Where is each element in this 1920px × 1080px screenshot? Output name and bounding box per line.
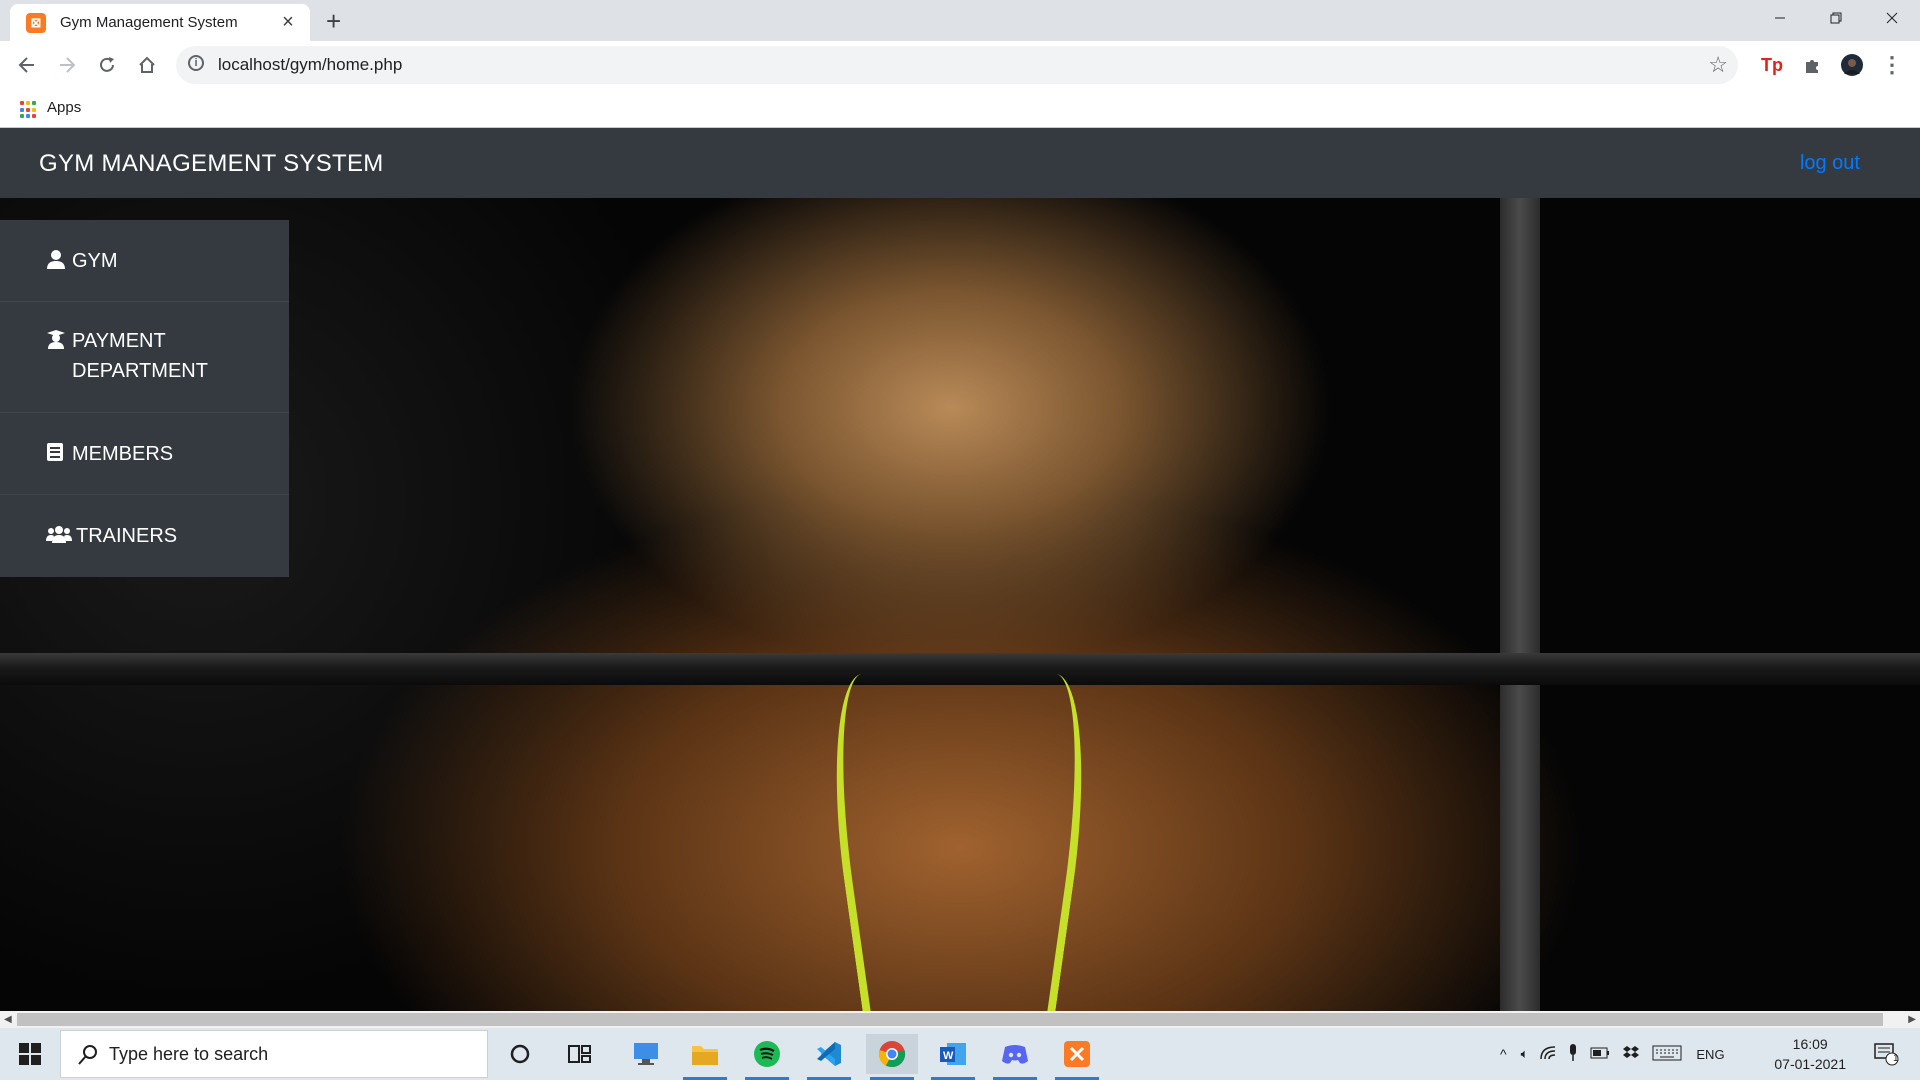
svg-text:W: W: [943, 1050, 954, 1062]
cortana-icon[interactable]: [494, 1034, 546, 1074]
bookmarks-bar: Apps: [0, 89, 1920, 128]
sidebar-item-members[interactable]: MEMBERS: [0, 413, 289, 495]
horizontal-scrollbar[interactable]: ◀ ▶: [0, 1011, 1920, 1028]
windows-start-icon[interactable]: [0, 1028, 60, 1080]
logout-link[interactable]: log out: [1800, 152, 1860, 175]
hero-strap-right-decoration: [976, 669, 1102, 1012]
notification-center-icon[interactable]: 1: [1860, 1034, 1912, 1074]
system-tray: ^ 🔈︎ ENG: [1500, 1028, 1725, 1080]
scroll-right-arrow-icon[interactable]: ▶: [1908, 1014, 1916, 1025]
chrome-icon[interactable]: [866, 1034, 918, 1080]
page-title[interactable]: GYM MANAGEMENT SYSTEM: [39, 150, 384, 178]
sidebar-item-payment-department[interactable]: PAYMENT DEPARTMENT: [0, 302, 289, 413]
sidebar-item-label: GYM: [72, 249, 118, 272]
search-placeholder: Type here to search: [109, 1044, 269, 1064]
new-tab-icon[interactable]: +: [326, 6, 341, 37]
sidebar-item-label: TRAINERS: [76, 525, 178, 547]
windows-taskbar: Type here to search W ^ 🔈︎ ENG 16:09 07-…: [0, 1028, 1920, 1080]
word-icon[interactable]: W: [927, 1034, 979, 1080]
book-icon: [46, 441, 68, 461]
notification-count-badge: 1: [1893, 1053, 1899, 1064]
minimize-icon[interactable]: [1752, 0, 1808, 36]
wifi-icon[interactable]: [1540, 1045, 1556, 1063]
sidebar: GYM PAYMENT DEPARTMENT MEMBERS TRAINERS: [0, 220, 289, 577]
profile-avatar[interactable]: [1836, 49, 1868, 81]
address-bar[interactable]: i localhost/gym/home.php ☆: [176, 46, 1738, 84]
hero-strap-left-decoration: [816, 669, 942, 1012]
hero-barbell-decoration: [0, 653, 1920, 685]
volume-icon[interactable]: 🔈︎: [1521, 1046, 1529, 1062]
sidebar-item-gym[interactable]: GYM: [0, 220, 289, 302]
search-icon: [78, 1045, 97, 1065]
language-indicator[interactable]: ENG: [1696, 1047, 1724, 1062]
extensions-puzzle-icon[interactable]: [1796, 49, 1828, 81]
xampp-favicon-icon: ⊠: [26, 12, 46, 33]
keyboard-icon[interactable]: [1652, 1045, 1682, 1064]
top-navbar: GYM MANAGEMENT SYSTEM log out: [0, 128, 1920, 198]
clock-time: 16:09: [1792, 1036, 1828, 1052]
vscode-icon[interactable]: [803, 1034, 855, 1080]
site-info-icon[interactable]: i: [188, 55, 204, 71]
taskbar-search-input[interactable]: Type here to search: [60, 1030, 488, 1078]
tab-title: Gym Management System: [60, 14, 238, 31]
apps-grid-icon[interactable]: [20, 101, 38, 119]
browser-tabstrip: ⊠ Gym Management System × +: [0, 0, 1920, 41]
restore-icon[interactable]: [1808, 0, 1864, 36]
users-icon: [46, 523, 72, 543]
browser-toolbar: i localhost/gym/home.php ☆ Tp ⋮: [0, 41, 1920, 89]
show-hidden-icons-chevron-icon[interactable]: ^: [1500, 1046, 1507, 1062]
scrollbar-thumb[interactable]: [17, 1013, 1883, 1026]
file-explorer-icon[interactable]: [679, 1034, 731, 1080]
microphone-icon[interactable]: [1568, 1043, 1578, 1065]
close-window-icon[interactable]: [1864, 0, 1920, 36]
sidebar-item-label: PAYMENT DEPARTMENT: [72, 330, 208, 382]
desktop-app-icon[interactable]: [620, 1034, 672, 1074]
spotify-icon[interactable]: [741, 1034, 793, 1080]
user-icon: [46, 248, 68, 269]
tab-close-icon[interactable]: ×: [278, 11, 298, 34]
apps-bookmark-label[interactable]: Apps: [47, 99, 81, 116]
window-controls: [1752, 0, 1920, 36]
clock-date: 07-01-2021: [1774, 1056, 1846, 1072]
back-icon[interactable]: [11, 49, 43, 81]
dropbox-icon[interactable]: [1622, 1045, 1640, 1064]
taskbar-clock[interactable]: 16:09 07-01-2021: [1774, 1034, 1846, 1074]
battery-icon[interactable]: [1590, 1047, 1610, 1062]
hero-rack-decoration: [1500, 198, 1540, 1011]
url-text: localhost/gym/home.php: [218, 55, 403, 74]
browser-tab[interactable]: ⊠ Gym Management System ×: [10, 4, 310, 41]
sidebar-item-trainers[interactable]: TRAINERS: [0, 495, 289, 577]
reload-icon[interactable]: [91, 49, 123, 81]
home-icon[interactable]: [131, 49, 163, 81]
discord-icon[interactable]: [989, 1034, 1041, 1080]
xampp-icon[interactable]: [1051, 1034, 1103, 1080]
sidebar-item-label: MEMBERS: [72, 442, 174, 465]
browser-menu-icon[interactable]: ⋮: [1876, 49, 1908, 81]
scroll-left-arrow-icon[interactable]: ◀: [4, 1014, 12, 1025]
page-viewport: GYM MANAGEMENT SYSTEM log out GYM PAYMEN…: [0, 128, 1920, 1012]
translate-extension-icon[interactable]: Tp: [1756, 49, 1788, 81]
user-graduate-icon: [46, 328, 68, 349]
bookmark-star-icon[interactable]: ☆: [1708, 52, 1728, 78]
forward-icon[interactable]: [51, 49, 83, 81]
task-view-icon[interactable]: [554, 1034, 606, 1074]
